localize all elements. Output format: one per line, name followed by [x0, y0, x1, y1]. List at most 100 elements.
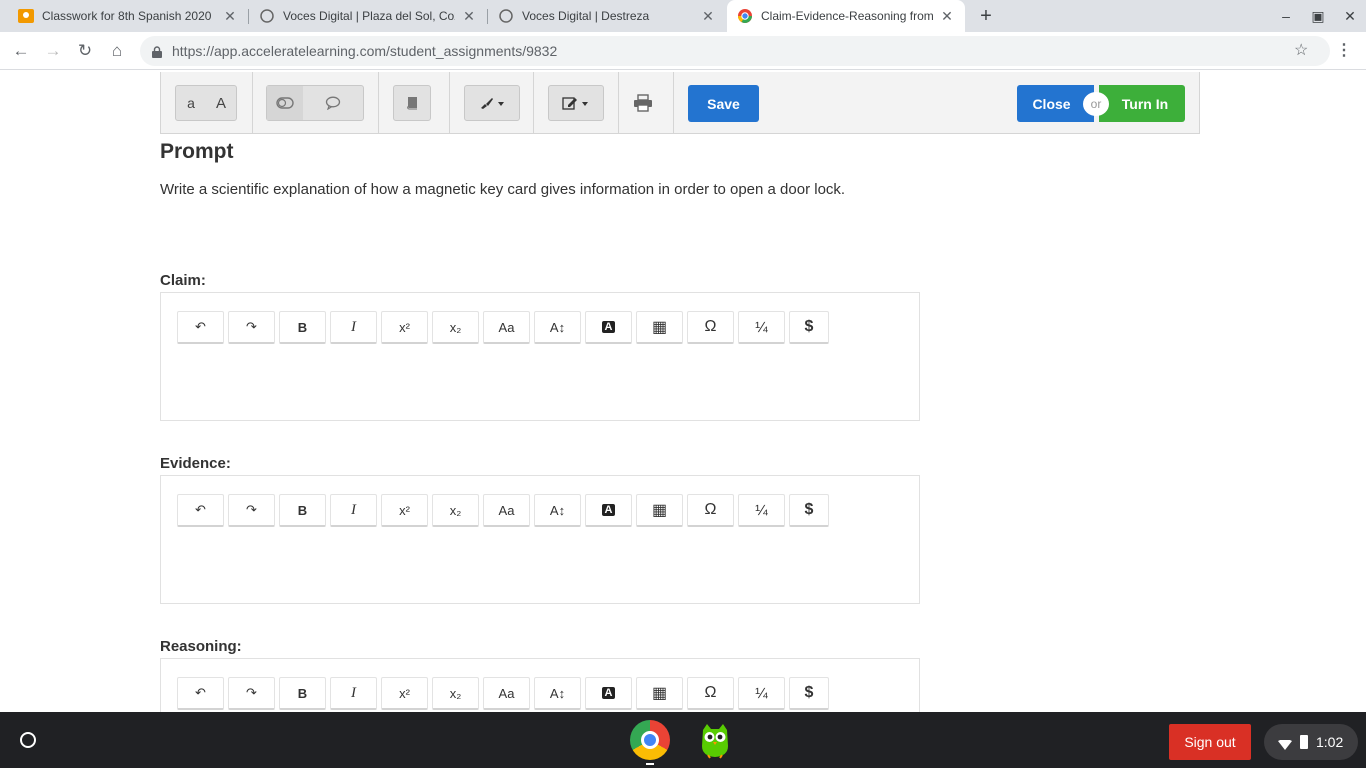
claim-label: Claim: [160, 272, 206, 289]
new-tab-icon[interactable]: + [975, 5, 997, 27]
fraction-button[interactable]: ¼ [738, 494, 785, 527]
reload-icon[interactable]: ↻ [74, 40, 96, 62]
restore-icon[interactable]: ▣ [1309, 8, 1327, 24]
highlight-button[interactable]: A [585, 311, 632, 344]
voces-icon [498, 8, 514, 24]
duolingo-owl-icon[interactable] [695, 720, 735, 760]
claim-editor[interactable]: ↶ ↷ B I x² x₂ Aa A↕ A ▦ Ω ¼ $ [160, 292, 920, 421]
book-icon[interactable] [394, 86, 430, 120]
classroom-icon [18, 8, 34, 24]
status-tray[interactable]: 1:02 [1264, 724, 1358, 760]
tab-title: Classwork for 8th Spanish 2020 [42, 9, 212, 23]
or-separator: or [1083, 92, 1109, 116]
forward-arrow-icon[interactable]: → [42, 40, 64, 62]
subscript-button[interactable]: x₂ [432, 494, 479, 527]
prompt-text: Write a scientific explanation of how a … [160, 181, 846, 198]
save-button[interactable]: Save [688, 85, 759, 122]
bold-button[interactable]: B [279, 677, 326, 710]
font-size-group: a A [175, 85, 237, 121]
close-tab-icon[interactable]: ✕ [461, 8, 477, 24]
special-characters-button[interactable]: Ω [687, 677, 734, 710]
tab-voces-destreza[interactable]: Voces Digital | Destreza ✕ [488, 0, 726, 32]
battery-icon [1300, 735, 1308, 749]
close-tab-icon[interactable]: ✕ [222, 8, 238, 24]
fraction-button[interactable]: ¼ [738, 677, 785, 710]
close-tab-icon[interactable]: ✕ [700, 8, 716, 24]
font-size-button[interactable]: A↕ [534, 311, 581, 344]
font-button[interactable]: Aa [483, 494, 530, 527]
tab-title: Voces Digital | Plaza del Sol, Coz [283, 9, 455, 23]
special-characters-button[interactable]: Ω [687, 494, 734, 527]
minimize-icon[interactable]: – [1277, 8, 1295, 24]
close-window-icon[interactable]: ✕ [1341, 8, 1359, 24]
launcher-icon[interactable] [12, 724, 44, 756]
font-size-button[interactable]: A↕ [534, 677, 581, 710]
subscript-button[interactable]: x₂ [432, 677, 479, 710]
reasoning-editor[interactable]: ↶ ↷ B I x² x₂ Aa A↕ A ▦ Ω ¼ $ [160, 658, 920, 712]
turn-in-button[interactable]: Turn In [1099, 85, 1185, 122]
paintbrush-icon[interactable] [465, 86, 519, 120]
toggle-icon[interactable] [267, 86, 303, 120]
tab-classwork[interactable]: Classwork for 8th Spanish 2020 ✕ [8, 0, 248, 32]
evidence-editor[interactable]: ↶ ↷ B I x² x₂ Aa A↕ A ▦ Ω ¼ $ [160, 475, 920, 604]
menu-kebab-icon[interactable]: ⋮ [1336, 40, 1352, 60]
chrome-app-icon[interactable] [630, 720, 670, 760]
edit-pencil-icon[interactable] [549, 86, 603, 120]
highlight-icon: A [601, 504, 616, 516]
browser-tab-strip: Classwork for 8th Spanish 2020 ✕ Voces D… [0, 0, 1366, 32]
table-button[interactable]: ▦ [636, 494, 683, 527]
sign-out-button[interactable]: Sign out [1169, 724, 1251, 760]
highlight-icon: A [601, 321, 616, 333]
italic-button[interactable]: I [330, 494, 377, 527]
bold-button[interactable]: B [279, 494, 326, 527]
bookmark-star-icon[interactable]: ☆ [1294, 40, 1308, 60]
evidence-label: Evidence: [160, 455, 231, 472]
reasoning-label: Reasoning: [160, 638, 242, 655]
italic-button[interactable]: I [330, 311, 377, 344]
redo-button[interactable]: ↷ [228, 677, 275, 710]
bold-button[interactable]: B [279, 311, 326, 344]
decrease-font-button[interactable]: a [176, 86, 206, 120]
prompt-heading: Prompt [160, 140, 234, 163]
tab-cer[interactable]: Claim-Evidence-Reasoning from ✕ [727, 0, 965, 32]
comment-icon[interactable] [303, 86, 363, 120]
glossary-group [393, 85, 431, 121]
running-indicator [646, 763, 654, 765]
undo-button[interactable]: ↶ [177, 677, 224, 710]
toolbar-divider [252, 72, 253, 134]
currency-button[interactable]: $ [789, 311, 829, 344]
font-button[interactable]: Aa [483, 311, 530, 344]
rich-text-toolbar: ↶ ↷ B I x² x₂ Aa A↕ A ▦ Ω ¼ $ [177, 494, 833, 527]
undo-button[interactable]: ↶ [177, 311, 224, 344]
close-tab-icon[interactable]: ✕ [939, 8, 955, 24]
chrome-favicon-icon [737, 8, 753, 24]
back-arrow-icon[interactable]: ← [10, 40, 32, 62]
superscript-button[interactable]: x² [381, 311, 428, 344]
highlight-button[interactable]: A [585, 494, 632, 527]
font-size-button[interactable]: A↕ [534, 494, 581, 527]
currency-button[interactable]: $ [789, 494, 829, 527]
italic-button[interactable]: I [330, 677, 377, 710]
highlight-button[interactable]: A [585, 677, 632, 710]
redo-button[interactable]: ↷ [228, 494, 275, 527]
currency-button[interactable]: $ [789, 677, 829, 710]
fraction-button[interactable]: ¼ [738, 311, 785, 344]
undo-button[interactable]: ↶ [177, 494, 224, 527]
special-characters-button[interactable]: Ω [687, 311, 734, 344]
superscript-button[interactable]: x² [381, 677, 428, 710]
home-icon[interactable]: ⌂ [106, 40, 128, 62]
tab-title: Voces Digital | Destreza [522, 9, 650, 23]
font-button[interactable]: Aa [483, 677, 530, 710]
voces-icon [259, 8, 275, 24]
superscript-button[interactable]: x² [381, 494, 428, 527]
print-icon[interactable] [633, 94, 655, 112]
os-shelf: Sign out 1:02 [0, 712, 1366, 768]
table-button[interactable]: ▦ [636, 677, 683, 710]
tab-voces-plaza[interactable]: Voces Digital | Plaza del Sol, Coz ✕ [249, 0, 487, 32]
increase-font-button[interactable]: A [206, 86, 236, 120]
address-bar[interactable]: https://app.acceleratelearning.com/stude… [140, 36, 1330, 66]
table-button[interactable]: ▦ [636, 311, 683, 344]
subscript-button[interactable]: x₂ [432, 311, 479, 344]
view-toggle-group [266, 85, 364, 121]
redo-button[interactable]: ↷ [228, 311, 275, 344]
